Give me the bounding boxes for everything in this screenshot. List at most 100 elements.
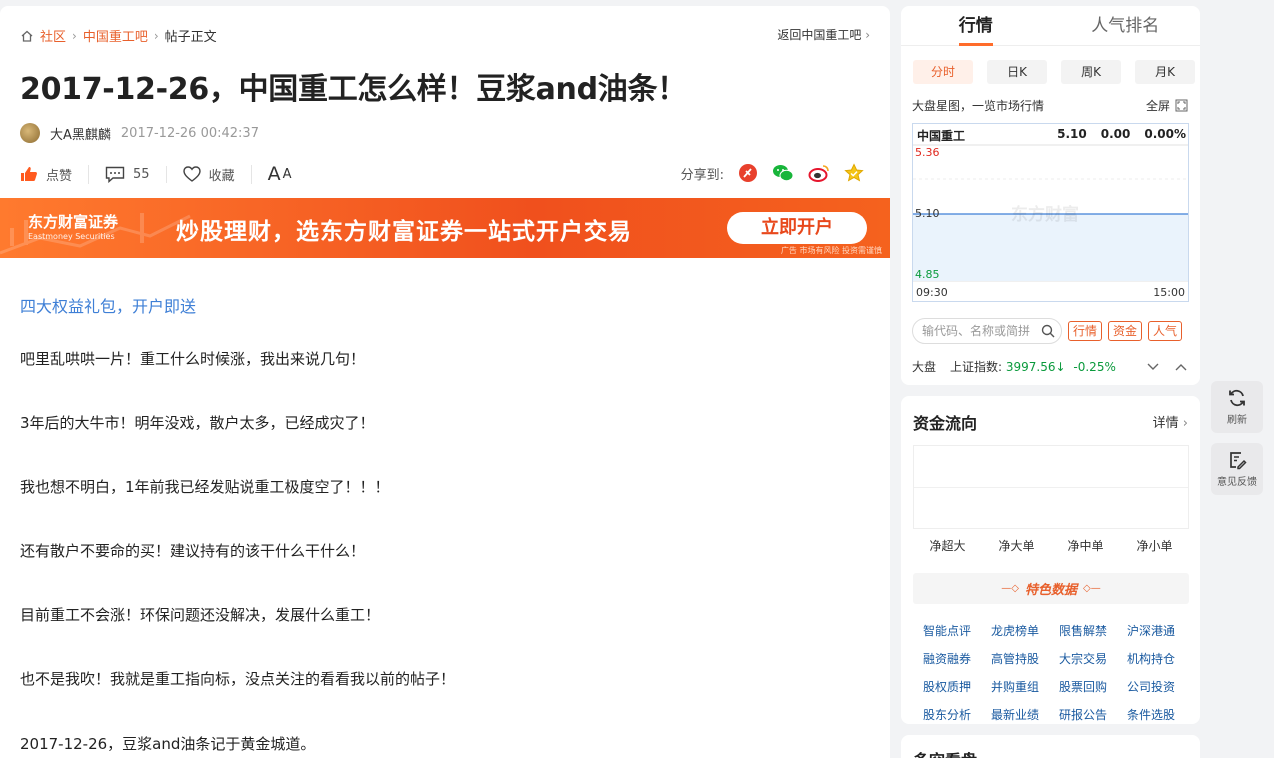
stock-search-row: 输代码、名称或简拼 行情 资金 人气: [912, 318, 1183, 344]
refresh-button[interactable]: 刷新: [1211, 381, 1263, 433]
tab-market[interactable]: 行情: [901, 6, 1051, 46]
chevron-right-icon: ›: [865, 28, 870, 42]
tag-popularity[interactable]: 人气: [1148, 321, 1183, 341]
heart-icon: [182, 166, 201, 182]
link-stock-connect[interactable]: 沪深港通: [1117, 622, 1185, 639]
post-paragraph: 我也想不明白，1年前我已经发贴说重工极度空了！！！: [20, 478, 390, 496]
link-pledge[interactable]: 股权质押: [913, 678, 981, 695]
fund-flow-chart: [913, 445, 1189, 529]
link-screener[interactable]: 条件选股: [1117, 706, 1185, 723]
period-weekly[interactable]: 周K: [1061, 60, 1121, 84]
link-institution[interactable]: 机构持仓: [1117, 650, 1185, 667]
thumbs-up-icon: [21, 167, 37, 181]
home-icon[interactable]: [20, 29, 34, 43]
fund-flow-title: 资金流向: [913, 414, 978, 433]
link-earnings[interactable]: 最新业绩: [981, 706, 1049, 723]
share-bar: 分享到:: [681, 163, 864, 183]
feedback-button[interactable]: 意见反馈: [1211, 443, 1263, 495]
fullscreen-label: 全屏: [1145, 99, 1170, 113]
stock-search-input[interactable]: 输代码、名称或简拼: [912, 318, 1062, 344]
chevron-up-icon[interactable]: [1175, 363, 1187, 371]
link-dragon-tiger[interactable]: 龙虎榜单: [981, 622, 1049, 639]
back-link-label: 返回中国重工吧: [777, 28, 862, 42]
label-super-large: 净超大: [929, 539, 966, 553]
banner-slogan: 炒股理财，选东方财富证券一站式开户交易: [176, 219, 632, 245]
link-shareholder[interactable]: 股东分析: [913, 706, 981, 723]
feedback-icon: [1230, 452, 1247, 470]
favorite-label: 收藏: [208, 168, 235, 184]
eastmoney-logo: 东方财富证券 Eastmoney Securities: [28, 211, 118, 241]
font-size-small: A: [282, 166, 292, 182]
breadcrumb-home[interactable]: 社区: [40, 26, 66, 45]
label-large: 净大单: [998, 539, 1035, 553]
tag-fund[interactable]: 资金: [1108, 321, 1143, 341]
wechat-icon[interactable]: [772, 163, 794, 183]
favorite-button[interactable]: 收藏: [182, 164, 252, 184]
favorite-star-icon[interactable]: [844, 163, 864, 183]
link-research[interactable]: 研报公告: [1049, 706, 1117, 723]
link-block-trade[interactable]: 大宗交易: [1049, 650, 1117, 667]
index-label: 大盘: [912, 360, 937, 374]
post-paragraph: 2017-12-26，豆浆and油条记于黄金城道。: [20, 735, 316, 753]
label-medium: 净中单: [1067, 539, 1104, 553]
search-icon[interactable]: [1041, 324, 1055, 338]
chevron-right-icon: ›: [1182, 416, 1188, 431]
font-size-button[interactable]: AA: [268, 163, 308, 185]
index-ticker: 大盘 上证指数: 3997.56↓ -0.25%: [912, 358, 1116, 375]
fund-flow-labels: 净超大 净大单 净中单 净小单: [913, 537, 1189, 554]
avatar[interactable]: [20, 123, 40, 143]
author-name[interactable]: 大A黑麒麟: [50, 124, 111, 143]
open-account-button[interactable]: 立即开户: [727, 212, 867, 244]
ad-banner[interactable]: 东方财富证券 Eastmoney Securities 炒股理财，选东方财富证券…: [0, 198, 890, 258]
fund-flow-panel: 资金流向 详情 › 净超大 净大单 净中单 净小单 —◇ 特色数据 ◇— 智能点…: [901, 396, 1200, 724]
index-value: 3997.56↓: [1005, 360, 1066, 374]
period-intraday[interactable]: 分时: [913, 60, 973, 84]
tab-popularity[interactable]: 人气排名: [1051, 6, 1201, 45]
comment-button[interactable]: 55: [105, 165, 167, 183]
link-buyback[interactable]: 股票回购: [1049, 678, 1117, 695]
period-monthly[interactable]: 月K: [1135, 60, 1195, 84]
like-button[interactable]: 点赞: [20, 164, 90, 184]
intraday-chart[interactable]: 中国重工 5.10 0.00 0.00% 东方财富 5.36 5.10 4.85…: [912, 123, 1189, 302]
chevron-right-icon: ›: [153, 28, 159, 43]
comment-icon: [105, 166, 125, 183]
fullscreen-icon: [1175, 99, 1188, 112]
weibo-icon[interactable]: [808, 163, 830, 183]
featured-title: 特色数据: [1024, 583, 1077, 598]
link-investment[interactable]: 公司投资: [1117, 678, 1185, 695]
back-link[interactable]: 返回中国重工吧 ›: [777, 26, 870, 43]
fullscreen-button[interactable]: 全屏: [1146, 97, 1188, 114]
chevron-down-icon[interactable]: [1147, 363, 1159, 371]
link-exec-holdings[interactable]: 高管持股: [981, 650, 1049, 667]
search-placeholder: 输代码、名称或简拼: [922, 324, 1031, 338]
gift-link[interactable]: 四大权益礼包，开户即送: [20, 293, 196, 317]
detail-label: 详情: [1152, 416, 1179, 431]
chart-watermark: 东方财富: [1011, 205, 1079, 225]
breadcrumb-forum[interactable]: 中国重工吧: [83, 26, 148, 45]
market-tabs: 行情 人气排名: [901, 6, 1200, 46]
post-paragraph: 也不是我吹！我就是重工指向标，没点关注的看看我以前的帖子！: [20, 670, 456, 688]
time-start: 09:30: [916, 286, 948, 299]
period-buttons: 分时 日K 周K 月K: [913, 60, 1195, 84]
decor-left-icon: —◇: [1001, 583, 1019, 594]
link-unlock[interactable]: 限售解禁: [1049, 622, 1117, 639]
ad-disclaimer: 广告 市场有风险 投资需谨慎: [780, 246, 882, 255]
share-label: 分享到:: [680, 167, 724, 183]
post-date: 2017-12-26 00:42:37: [120, 125, 259, 141]
link-mna[interactable]: 并购重组: [981, 678, 1049, 695]
tag-quote[interactable]: 行情: [1068, 321, 1103, 341]
post-paragraph: 目前重工不会涨！环保问题还没解决，发展什么重工！: [20, 606, 381, 624]
post-paragraph: 吧里乱哄哄一片！重工什么时候涨，我出来说几句！: [20, 350, 366, 368]
link-margin[interactable]: 融资融券: [913, 650, 981, 667]
link-smart-review[interactable]: 智能点评: [913, 622, 981, 639]
tencent-weibo-icon[interactable]: [738, 163, 758, 183]
logo-en: Eastmoney Securities: [28, 232, 115, 241]
market-subtitle: 大盘星图，一览市场行情: [912, 99, 1045, 113]
refresh-icon: [1229, 389, 1245, 407]
font-size-large: A: [267, 163, 281, 185]
featured-data-header: —◇ 特色数据 ◇—: [913, 573, 1189, 604]
like-label: 点赞: [46, 168, 73, 184]
author-row: 大A黑麒麟 2017-12-26 00:42:37: [20, 123, 259, 143]
fund-flow-detail[interactable]: 详情 ›: [1153, 412, 1188, 431]
period-daily[interactable]: 日K: [987, 60, 1047, 84]
